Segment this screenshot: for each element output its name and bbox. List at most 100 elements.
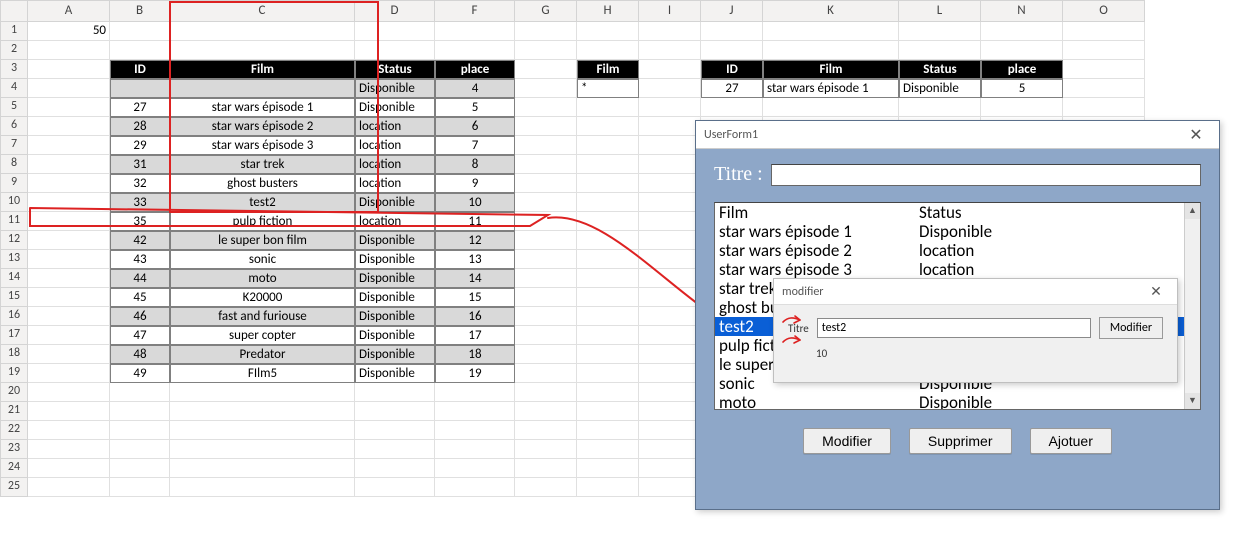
list-item[interactable]: motoDisponible [715,393,1200,410]
col-header-L[interactable]: L [899,0,981,22]
row-header[interactable]: 25 [0,478,28,497]
cell[interactable] [639,307,701,326]
titre-input[interactable] [771,164,1201,186]
modifier-titre-input[interactable] [817,318,1091,338]
close-icon[interactable]: ✕ [1181,125,1211,145]
cell[interactable]: 27 [110,98,170,117]
supprimer-button[interactable]: Supprimer [909,428,1012,454]
cell[interactable]: Disponible [355,288,435,307]
cell[interactable] [639,288,701,307]
cell[interactable] [110,22,170,41]
cell[interactable] [28,60,110,79]
cell[interactable] [981,41,1063,60]
cell[interactable] [763,41,899,60]
row-header[interactable]: 17 [0,326,28,345]
cell[interactable] [515,231,577,250]
row-header[interactable]: 15 [0,288,28,307]
cell[interactable]: location [355,155,435,174]
cell[interactable] [28,41,110,60]
row-header[interactable]: 11 [0,212,28,231]
cell[interactable] [435,459,515,478]
cell[interactable]: location [355,136,435,155]
row-header[interactable]: 24 [0,459,28,478]
cell[interactable] [110,440,170,459]
cell[interactable]: 12 [435,231,515,250]
cell[interactable] [639,250,701,269]
cell[interactable] [515,478,577,497]
cell[interactable] [515,136,577,155]
row-header[interactable]: 23 [0,440,28,459]
cell[interactable]: 19 [435,364,515,383]
cell[interactable]: Film [577,60,639,79]
cell[interactable] [515,250,577,269]
cell[interactable]: Status [899,60,981,79]
cell[interactable]: Disponible [355,231,435,250]
row-header[interactable]: 3 [0,60,28,79]
cell[interactable] [1063,98,1145,117]
col-header-N[interactable]: N [981,0,1063,22]
cell[interactable]: K20000 [170,288,355,307]
cell[interactable]: 4 [435,79,515,98]
row-header[interactable]: 21 [0,402,28,421]
cell[interactable] [28,345,110,364]
cell[interactable] [1063,60,1145,79]
cell[interactable] [577,269,639,288]
cell[interactable]: Disponible [355,250,435,269]
cell[interactable]: 13 [435,250,515,269]
cell[interactable] [28,212,110,231]
cell[interactable] [639,326,701,345]
cell[interactable] [577,231,639,250]
cell[interactable] [355,41,435,60]
cell[interactable]: location [355,174,435,193]
cell[interactable]: test2 [170,193,355,212]
col-header-K[interactable]: K [763,0,899,22]
cell[interactable] [639,22,701,41]
cell[interactable] [170,22,355,41]
cell[interactable] [577,478,639,497]
cell[interactable] [577,212,639,231]
cell[interactable]: 29 [110,136,170,155]
modifier-button[interactable]: Modifier [803,428,891,454]
cell[interactable] [981,98,1063,117]
cell[interactable] [170,459,355,478]
cell[interactable] [639,231,701,250]
cell[interactable]: Disponible [355,79,435,98]
cell[interactable] [110,459,170,478]
col-header-H[interactable]: H [577,0,639,22]
cell[interactable] [639,364,701,383]
cell[interactable]: super copter [170,326,355,345]
col-header-D[interactable]: D [355,0,435,22]
cell[interactable] [515,193,577,212]
row-header[interactable]: 7 [0,136,28,155]
cell[interactable] [435,22,515,41]
cell[interactable] [577,98,639,117]
cell[interactable] [355,22,435,41]
cell[interactable]: star wars épisode 1 [170,98,355,117]
cell[interactable] [110,79,170,98]
cell[interactable]: 45 [110,288,170,307]
cell[interactable] [515,383,577,402]
cell[interactable]: Disponible [355,307,435,326]
cell[interactable] [515,364,577,383]
cell[interactable] [355,459,435,478]
cell[interactable] [515,212,577,231]
cell[interactable] [170,440,355,459]
cell[interactable]: 50 [28,22,110,41]
list-item[interactable]: star wars épisode 1Disponible [715,222,1200,241]
cell[interactable] [639,402,701,421]
cell[interactable] [577,174,639,193]
cell[interactable] [639,440,701,459]
cell[interactable]: ID [701,60,763,79]
cell[interactable] [435,421,515,440]
cell[interactable] [577,383,639,402]
cell[interactable] [515,155,577,174]
cell[interactable]: 14 [435,269,515,288]
select-all-corner[interactable] [0,0,28,22]
cell[interactable] [639,155,701,174]
cell[interactable] [28,174,110,193]
cell[interactable] [28,250,110,269]
cell[interactable] [577,22,639,41]
cell[interactable] [639,383,701,402]
cell[interactable] [701,41,763,60]
cell[interactable] [28,421,110,440]
